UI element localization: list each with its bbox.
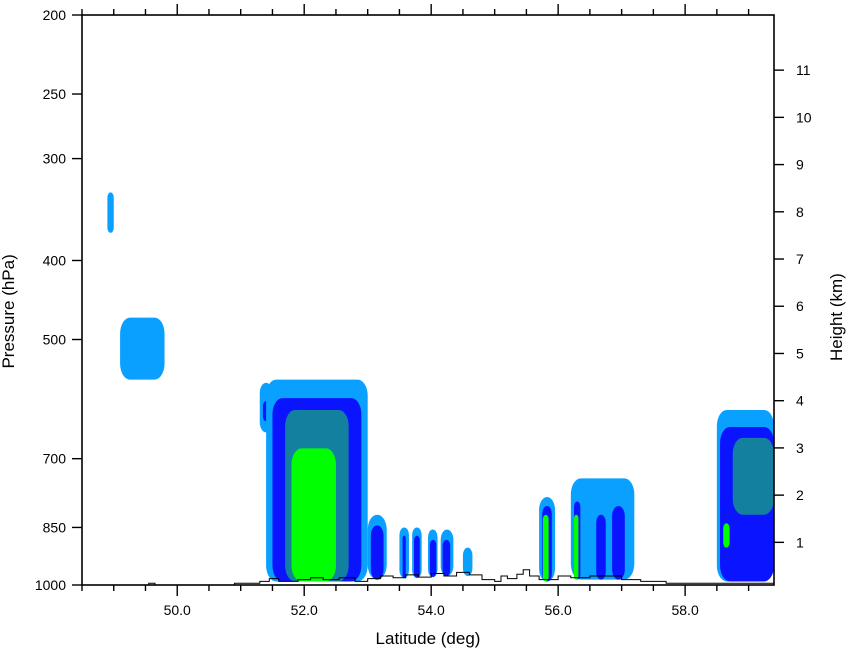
contour-cell-level-2 — [612, 505, 625, 580]
left-tick-label: 1000 — [35, 577, 66, 593]
left-tick-label: 850 — [43, 519, 67, 535]
right-tick-label: 7 — [796, 251, 804, 267]
left-axis-title: Pressure (hPa) — [0, 254, 18, 368]
right-axis-title: Height (km) — [827, 273, 846, 361]
left-pressure-axis: 200 250 300 400 500 700 850 1000 — [35, 7, 82, 593]
plot-frame — [81, 14, 775, 586]
contour-cell-level-2 — [370, 525, 384, 580]
pressure-latitude-chart: 50.0 52.0 54.0 56.0 58.0 200 250 300 400 500 700 8… — [0, 4, 846, 648]
right-tick-label: 8 — [796, 204, 804, 220]
left-tick-label: 700 — [43, 451, 67, 467]
right-tick-label: 11 — [796, 62, 811, 78]
right-tick-label: 4 — [796, 393, 804, 409]
contour-cell-level-2 — [402, 535, 406, 578]
right-tick-label: 1 — [796, 534, 804, 550]
x-axis-title: Latitude (deg) — [376, 629, 481, 648]
contour-cell-level-4 — [291, 448, 336, 582]
x-tick-label: 50.0 — [164, 602, 191, 618]
x-tick-label: 54.0 — [418, 602, 445, 618]
right-tick-label: 10 — [796, 109, 812, 125]
contour-cell-level-3 — [732, 437, 774, 515]
contour-cell-level-2 — [429, 539, 437, 578]
right-tick-label: 9 — [796, 157, 804, 173]
left-tick-label: 300 — [43, 151, 67, 167]
contour-cell-level-2 — [414, 535, 420, 578]
right-height-axis: 1 2 3 4 5 6 7 8 9 10 11 — [774, 62, 812, 550]
x-tick-label: 58.0 — [671, 602, 698, 618]
contour-cell-level-4 — [723, 523, 730, 548]
contour-cell-level-2 — [442, 539, 451, 577]
contour-cell-level-1 — [120, 317, 165, 380]
contour-cell-level-4 — [574, 514, 579, 580]
left-tick-label: 250 — [43, 86, 67, 102]
x-tick-label: 52.0 — [291, 602, 318, 618]
left-tick-label: 400 — [43, 252, 67, 268]
left-tick-label: 200 — [43, 7, 67, 23]
x-tick-label: 56.0 — [545, 602, 572, 618]
right-tick-label: 2 — [796, 487, 804, 503]
x-axis: 50.0 52.0 54.0 56.0 58.0 — [81, 4, 750, 618]
right-tick-label: 6 — [796, 298, 804, 314]
right-tick-label: 5 — [796, 345, 804, 361]
contour-cell-level-4 — [542, 514, 549, 582]
contour-cell-level-1 — [107, 192, 114, 233]
left-tick-label: 500 — [43, 332, 67, 348]
contour-cell-level-2 — [596, 514, 606, 580]
terrain-profile-line — [82, 569, 774, 586]
right-tick-label: 3 — [796, 440, 804, 456]
contour-cell-level-1 — [462, 547, 473, 577]
contour-fill-layer — [107, 192, 774, 582]
